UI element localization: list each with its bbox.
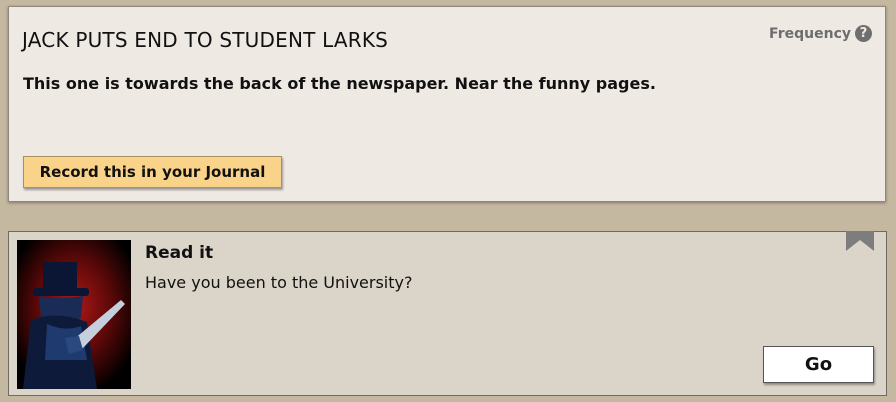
storylet-title: JACK PUTS END TO STUDENT LARKS [22,28,389,52]
question-mark-icon[interactable]: ? [855,25,872,42]
jack-with-knife-portrait [17,240,131,389]
collapse-chevron-up-icon[interactable] [846,231,874,251]
branch-description: Have you been to the University? [145,273,413,292]
chevron-up-icon [846,231,874,251]
frequency-label: Frequency [769,25,851,42]
branch-title: Read it [145,243,214,263]
storylet-card: JACK PUTS END TO STUDENT LARKS Frequency… [8,6,886,202]
storylet-description: This one is towards the back of the news… [23,74,656,93]
frequency-link[interactable]: Frequency ? [769,25,872,42]
record-journal-button[interactable]: Record this in your Journal [23,156,282,188]
branch-card: Read it Have you been to the University?… [8,231,887,396]
jack-portrait-icon [17,240,131,389]
go-button[interactable]: Go [763,346,874,383]
